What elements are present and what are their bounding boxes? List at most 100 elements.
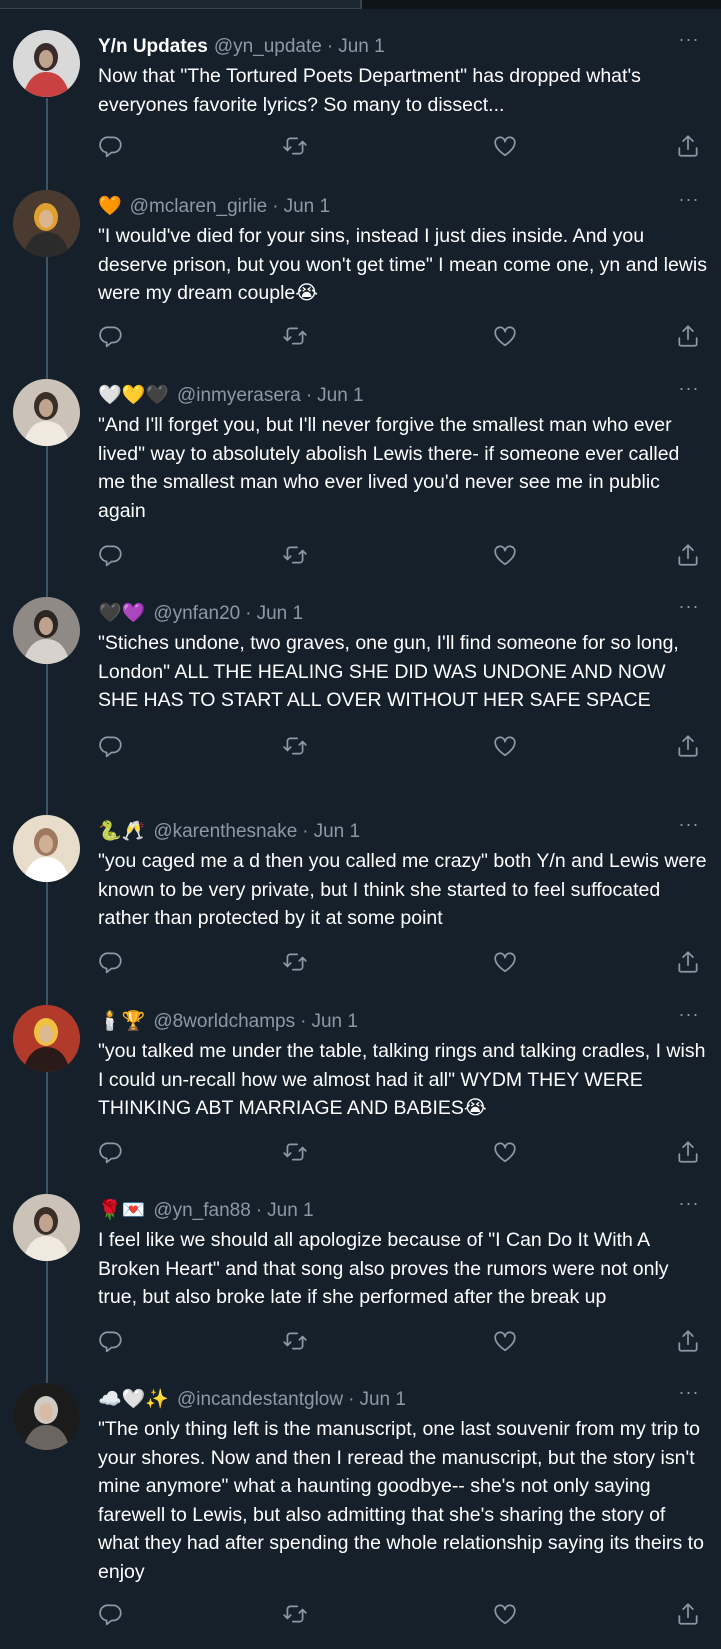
share-icon[interactable] [675, 1139, 701, 1165]
user-handle[interactable]: @inmyerasera [177, 383, 301, 409]
heart-icon[interactable] [492, 733, 518, 759]
tweet-text: "The only thing left is the manuscript, … [98, 1418, 704, 1583]
retweet-icon[interactable] [282, 323, 308, 349]
tweet-text: "And I'll forget you, but I'll never for… [98, 414, 680, 522]
heart-icon[interactable] [492, 1139, 518, 1165]
heart-icon[interactable] [492, 1328, 518, 1354]
display-name-emojis[interactable]: 🤍💛🖤 [98, 383, 169, 409]
avatar-image [13, 190, 80, 257]
avatar-image [13, 1005, 80, 1072]
tweet-header: 🐍🥂 @karenthesnake · Jun 1 [98, 819, 671, 845]
avatar[interactable] [13, 1194, 80, 1261]
more-icon[interactable]: ··· [677, 597, 701, 619]
more-icon[interactable]: ··· [677, 379, 701, 401]
more-icon[interactable]: ··· [677, 815, 701, 837]
reply-icon[interactable] [98, 733, 124, 759]
display-name-emojis[interactable]: ☁️🤍✨ [98, 1387, 169, 1413]
display-name-emojis[interactable]: 🧡 [98, 194, 122, 220]
timestamp[interactable]: Jun 1 [257, 601, 303, 627]
avatar[interactable] [13, 379, 80, 446]
retweet-icon[interactable] [282, 1601, 308, 1627]
display-name-emojis[interactable]: 🐍🥂 [98, 819, 145, 845]
separator-dot: · [302, 821, 309, 842]
avatar[interactable] [13, 30, 80, 97]
more-icon[interactable]: ··· [677, 190, 701, 212]
tweet[interactable]: ☁️🤍✨ @incandestantglow · Jun 1 ··· "The only … [0, 1383, 721, 1641]
more-icon[interactable]: ··· [677, 1005, 701, 1027]
user-handle[interactable]: @ynfan20 [153, 601, 240, 627]
separator-dot: · [326, 36, 334, 57]
avatar[interactable] [13, 1005, 80, 1072]
heart-icon[interactable] [492, 1601, 518, 1627]
reply-icon[interactable] [98, 1601, 124, 1627]
user-handle[interactable]: @karenthesnake [153, 819, 297, 845]
display-name-emojis[interactable]: 🌹💌 [98, 1198, 145, 1224]
retweet-icon[interactable] [282, 542, 308, 568]
tweet-text: "you caged me a d then you called me cra… [98, 850, 707, 929]
retweet-icon[interactable] [282, 133, 308, 159]
reply-icon[interactable] [98, 949, 124, 975]
heart-icon[interactable] [492, 133, 518, 159]
tweet[interactable]: Y/n Updates @yn_update · Jun 1 ··· Now that "… [0, 30, 721, 173]
timestamp[interactable]: Jun 1 [317, 383, 363, 409]
user-handle[interactable]: @yn_update [214, 34, 322, 60]
more-icon[interactable]: ··· [677, 30, 701, 52]
display-name-emojis[interactable]: 🖤💜 [98, 601, 145, 627]
browser-tab[interactable] [0, 0, 360, 9]
more-icon[interactable]: ··· [677, 1383, 701, 1405]
timestamp[interactable]: Jun 1 [314, 819, 360, 845]
tweet[interactable]: 🤍💛🖤 @inmyerasera · Jun 1 ··· "And I'll forget… [0, 379, 721, 582]
avatar-image [13, 815, 80, 882]
tweet-actions [98, 1139, 698, 1167]
tweet-text: I feel like we should all apologize beca… [98, 1229, 669, 1308]
share-icon[interactable] [675, 542, 701, 568]
share-icon[interactable] [675, 1601, 701, 1627]
reply-icon[interactable] [98, 323, 124, 349]
share-icon[interactable] [675, 133, 701, 159]
retweet-icon[interactable] [282, 949, 308, 975]
timestamp[interactable]: Jun 1 [284, 194, 330, 220]
user-handle[interactable]: @incandestantglow [177, 1387, 343, 1413]
share-icon[interactable] [675, 949, 701, 975]
separator-dot: · [245, 603, 252, 624]
timestamp[interactable]: Jun 1 [311, 1009, 357, 1035]
more-icon[interactable]: ··· [677, 1194, 701, 1216]
heart-icon[interactable] [492, 542, 518, 568]
timestamp[interactable]: Jun 1 [267, 1198, 313, 1224]
display-name[interactable]: Y/n Updates [98, 34, 208, 60]
user-handle[interactable]: @mclaren_girlie [130, 194, 268, 220]
reply-icon[interactable] [98, 1139, 124, 1165]
heart-icon[interactable] [492, 323, 518, 349]
share-icon[interactable] [675, 323, 701, 349]
avatar-image [13, 30, 80, 97]
tweet-actions [98, 542, 698, 570]
retweet-icon[interactable] [282, 1139, 308, 1165]
tweet-actions [98, 133, 698, 161]
avatar-image [13, 379, 80, 446]
reply-icon[interactable] [98, 542, 124, 568]
share-icon[interactable] [675, 733, 701, 759]
separator-dot: · [272, 196, 279, 217]
tweet[interactable]: 🖤💜 @ynfan20 · Jun 1 ··· "Stiches undone, two … [0, 597, 721, 773]
heart-icon[interactable] [492, 949, 518, 975]
tweet[interactable]: 🐍🥂 @karenthesnake · Jun 1 ··· "you caged me a… [0, 815, 721, 989]
tweet[interactable]: 🧡 @mclaren_girlie · Jun 1 ··· "I would've die… [0, 190, 721, 363]
share-icon[interactable] [675, 1328, 701, 1354]
retweet-icon[interactable] [282, 1328, 308, 1354]
tweet-actions [98, 733, 698, 761]
reply-icon[interactable] [98, 1328, 124, 1354]
avatar[interactable] [13, 1383, 80, 1450]
tweet[interactable]: 🕯️🏆 @8worldchamps · Jun 1 ··· "you talked me … [0, 1005, 721, 1179]
avatar[interactable] [13, 815, 80, 882]
timestamp[interactable]: Jun 1 [359, 1387, 405, 1413]
user-handle[interactable]: @yn_fan88 [153, 1198, 250, 1224]
retweet-icon[interactable] [282, 733, 308, 759]
timestamp[interactable]: Jun 1 [338, 34, 384, 60]
avatar[interactable] [13, 190, 80, 257]
user-handle[interactable]: @8worldchamps [153, 1009, 295, 1035]
separator-dot: · [255, 1200, 263, 1221]
reply-icon[interactable] [98, 133, 124, 159]
tweet[interactable]: 🌹💌 @yn_fan88 · Jun 1 ··· I feel like we shoul… [0, 1194, 721, 1368]
avatar[interactable] [13, 597, 80, 664]
display-name-emojis[interactable]: 🕯️🏆 [98, 1009, 145, 1035]
